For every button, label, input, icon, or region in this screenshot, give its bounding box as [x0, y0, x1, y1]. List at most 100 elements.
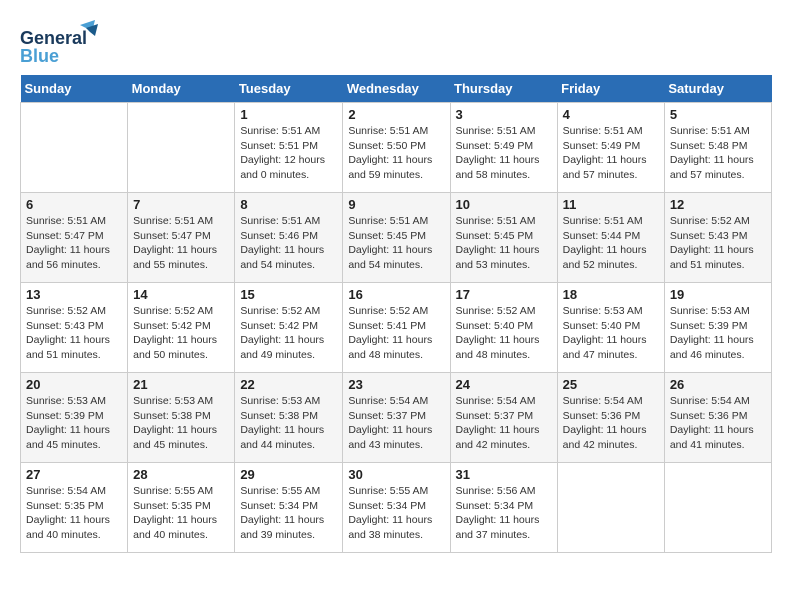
day-info: Sunrise: 5:51 AMSunset: 5:45 PMDaylight:… — [348, 214, 444, 273]
day-info: Sunrise: 5:51 AMSunset: 5:51 PMDaylight:… — [240, 124, 337, 183]
day-info: Sunrise: 5:51 AMSunset: 5:47 PMDaylight:… — [26, 214, 122, 273]
day-number: 7 — [133, 197, 229, 212]
day-number: 26 — [670, 377, 766, 392]
calendar-cell: 20 Sunrise: 5:53 AMSunset: 5:39 PMDayligh… — [21, 373, 128, 463]
day-info: Sunrise: 5:51 AMSunset: 5:45 PMDaylight:… — [456, 214, 552, 273]
calendar-header: SundayMondayTuesdayWednesdayThursdayFrid… — [21, 75, 772, 103]
weekday-header-wednesday: Wednesday — [343, 75, 450, 103]
calendar-cell: 31Sunrise: 5:56 AMSunset: 5:34 PMDayligh… — [450, 463, 557, 553]
day-number: 16 — [348, 287, 444, 302]
weekday-header-thursday: Thursday — [450, 75, 557, 103]
calendar-cell: 11 Sunrise: 5:51 AMSunset: 5:44 PMDayligh… — [557, 193, 664, 283]
day-number: 1 — [240, 107, 337, 122]
calendar-week-5: 27Sunrise: 5:54 AMSunset: 5:35 PMDayligh… — [21, 463, 772, 553]
day-number: 9 — [348, 197, 444, 212]
calendar-cell: 16 Sunrise: 5:52 AMSunset: 5:41 PMDayligh… — [343, 283, 450, 373]
day-info: Sunrise: 5:51 AMSunset: 5:48 PMDaylight:… — [670, 124, 766, 183]
day-info: Sunrise: 5:51 AMSunset: 5:50 PMDaylight:… — [348, 124, 444, 183]
calendar-cell: 19Sunrise: 5:53 AMSunset: 5:39 PMDayligh… — [664, 283, 771, 373]
day-number: 17 — [456, 287, 552, 302]
calendar-cell: 10 Sunrise: 5:51 AMSunset: 5:45 PMDayligh… — [450, 193, 557, 283]
calendar-cell: 26Sunrise: 5:54 AMSunset: 5:36 PMDayligh… — [664, 373, 771, 463]
day-number: 28 — [133, 467, 229, 482]
day-info: Sunrise: 5:54 AMSunset: 5:36 PMDaylight:… — [563, 394, 659, 453]
day-number: 31 — [456, 467, 552, 482]
calendar-week-3: 13 Sunrise: 5:52 AMSunset: 5:43 PMDayligh… — [21, 283, 772, 373]
svg-text:General: General — [20, 28, 87, 48]
day-number: 12 — [670, 197, 766, 212]
day-number: 2 — [348, 107, 444, 122]
day-info: Sunrise: 5:53 AMSunset: 5:38 PMDaylight:… — [133, 394, 229, 453]
day-info: Sunrise: 5:55 AMSunset: 5:35 PMDaylight:… — [133, 484, 229, 543]
day-info: Sunrise: 5:51 AMSunset: 5:47 PMDaylight:… — [133, 214, 229, 273]
svg-text:Blue: Blue — [20, 46, 59, 65]
calendar-cell: 28 Sunrise: 5:55 AMSunset: 5:35 PMDayligh… — [128, 463, 235, 553]
day-info: Sunrise: 5:54 AMSunset: 5:37 PMDaylight:… — [348, 394, 444, 453]
weekday-header-friday: Friday — [557, 75, 664, 103]
day-number: 10 — [456, 197, 552, 212]
day-info: Sunrise: 5:53 AMSunset: 5:39 PMDaylight:… — [26, 394, 122, 453]
day-info: Sunrise: 5:51 AMSunset: 5:49 PMDaylight:… — [456, 124, 552, 183]
calendar-cell: 23Sunrise: 5:54 AMSunset: 5:37 PMDayligh… — [343, 373, 450, 463]
day-number: 5 — [670, 107, 766, 122]
day-info: Sunrise: 5:53 AMSunset: 5:39 PMDaylight:… — [670, 304, 766, 363]
calendar-cell: 21 Sunrise: 5:53 AMSunset: 5:38 PMDayligh… — [128, 373, 235, 463]
page-header: GeneralBlue — [20, 20, 772, 65]
day-info: Sunrise: 5:53 AMSunset: 5:40 PMDaylight:… — [563, 304, 659, 363]
day-info: Sunrise: 5:51 AMSunset: 5:44 PMDaylight:… — [563, 214, 659, 273]
weekday-header-tuesday: Tuesday — [235, 75, 343, 103]
day-number: 3 — [456, 107, 552, 122]
day-number: 18 — [563, 287, 659, 302]
calendar-week-2: 6 Sunrise: 5:51 AMSunset: 5:47 PMDaylight… — [21, 193, 772, 283]
weekday-header-monday: Monday — [128, 75, 235, 103]
calendar-cell: 24 Sunrise: 5:54 AMSunset: 5:37 PMDayligh… — [450, 373, 557, 463]
day-info: Sunrise: 5:52 AMSunset: 5:41 PMDaylight:… — [348, 304, 444, 363]
day-info: Sunrise: 5:55 AMSunset: 5:34 PMDaylight:… — [240, 484, 337, 543]
calendar-cell: 5 Sunrise: 5:51 AMSunset: 5:48 PMDaylight… — [664, 103, 771, 193]
calendar-week-4: 20 Sunrise: 5:53 AMSunset: 5:39 PMDayligh… — [21, 373, 772, 463]
calendar-cell: 6 Sunrise: 5:51 AMSunset: 5:47 PMDaylight… — [21, 193, 128, 283]
logo-svg: GeneralBlue — [20, 20, 100, 65]
day-number: 21 — [133, 377, 229, 392]
day-info: Sunrise: 5:52 AMSunset: 5:42 PMDaylight:… — [240, 304, 337, 363]
calendar-cell: 4Sunrise: 5:51 AMSunset: 5:49 PMDaylight… — [557, 103, 664, 193]
day-number: 14 — [133, 287, 229, 302]
calendar-cell: 27Sunrise: 5:54 AMSunset: 5:35 PMDayligh… — [21, 463, 128, 553]
day-number: 8 — [240, 197, 337, 212]
weekday-header-sunday: Sunday — [21, 75, 128, 103]
calendar-cell: 3 Sunrise: 5:51 AMSunset: 5:49 PMDaylight… — [450, 103, 557, 193]
day-number: 25 — [563, 377, 659, 392]
day-info: Sunrise: 5:55 AMSunset: 5:34 PMDaylight:… — [348, 484, 444, 543]
day-info: Sunrise: 5:53 AMSunset: 5:38 PMDaylight:… — [240, 394, 337, 453]
calendar-cell — [128, 103, 235, 193]
day-info: Sunrise: 5:52 AMSunset: 5:43 PMDaylight:… — [26, 304, 122, 363]
calendar-cell — [664, 463, 771, 553]
calendar-cell: 29Sunrise: 5:55 AMSunset: 5:34 PMDayligh… — [235, 463, 343, 553]
day-info: Sunrise: 5:52 AMSunset: 5:40 PMDaylight:… — [456, 304, 552, 363]
day-number: 11 — [563, 197, 659, 212]
calendar-cell — [21, 103, 128, 193]
day-number: 15 — [240, 287, 337, 302]
day-info: Sunrise: 5:51 AMSunset: 5:46 PMDaylight:… — [240, 214, 337, 273]
calendar-cell: 18 Sunrise: 5:53 AMSunset: 5:40 PMDayligh… — [557, 283, 664, 373]
day-number: 6 — [26, 197, 122, 212]
calendar-cell: 2 Sunrise: 5:51 AMSunset: 5:50 PMDaylight… — [343, 103, 450, 193]
day-info: Sunrise: 5:52 AMSunset: 5:43 PMDaylight:… — [670, 214, 766, 273]
calendar-week-1: 1 Sunrise: 5:51 AMSunset: 5:51 PMDaylight… — [21, 103, 772, 193]
logo: GeneralBlue — [20, 20, 100, 65]
calendar-table: SundayMondayTuesdayWednesdayThursdayFrid… — [20, 75, 772, 553]
calendar-cell: 13 Sunrise: 5:52 AMSunset: 5:43 PMDayligh… — [21, 283, 128, 373]
weekday-header-saturday: Saturday — [664, 75, 771, 103]
day-number: 13 — [26, 287, 122, 302]
calendar-cell: 30 Sunrise: 5:55 AMSunset: 5:34 PMDayligh… — [343, 463, 450, 553]
day-info: Sunrise: 5:51 AMSunset: 5:49 PMDaylight:… — [563, 124, 659, 183]
calendar-cell: 8 Sunrise: 5:51 AMSunset: 5:46 PMDaylight… — [235, 193, 343, 283]
day-number: 30 — [348, 467, 444, 482]
calendar-cell: 15 Sunrise: 5:52 AMSunset: 5:42 PMDayligh… — [235, 283, 343, 373]
calendar-cell — [557, 463, 664, 553]
day-info: Sunrise: 5:54 AMSunset: 5:37 PMDaylight:… — [456, 394, 552, 453]
day-info: Sunrise: 5:54 AMSunset: 5:35 PMDaylight:… — [26, 484, 122, 543]
day-number: 24 — [456, 377, 552, 392]
calendar-cell: 7 Sunrise: 5:51 AMSunset: 5:47 PMDaylight… — [128, 193, 235, 283]
day-number: 20 — [26, 377, 122, 392]
